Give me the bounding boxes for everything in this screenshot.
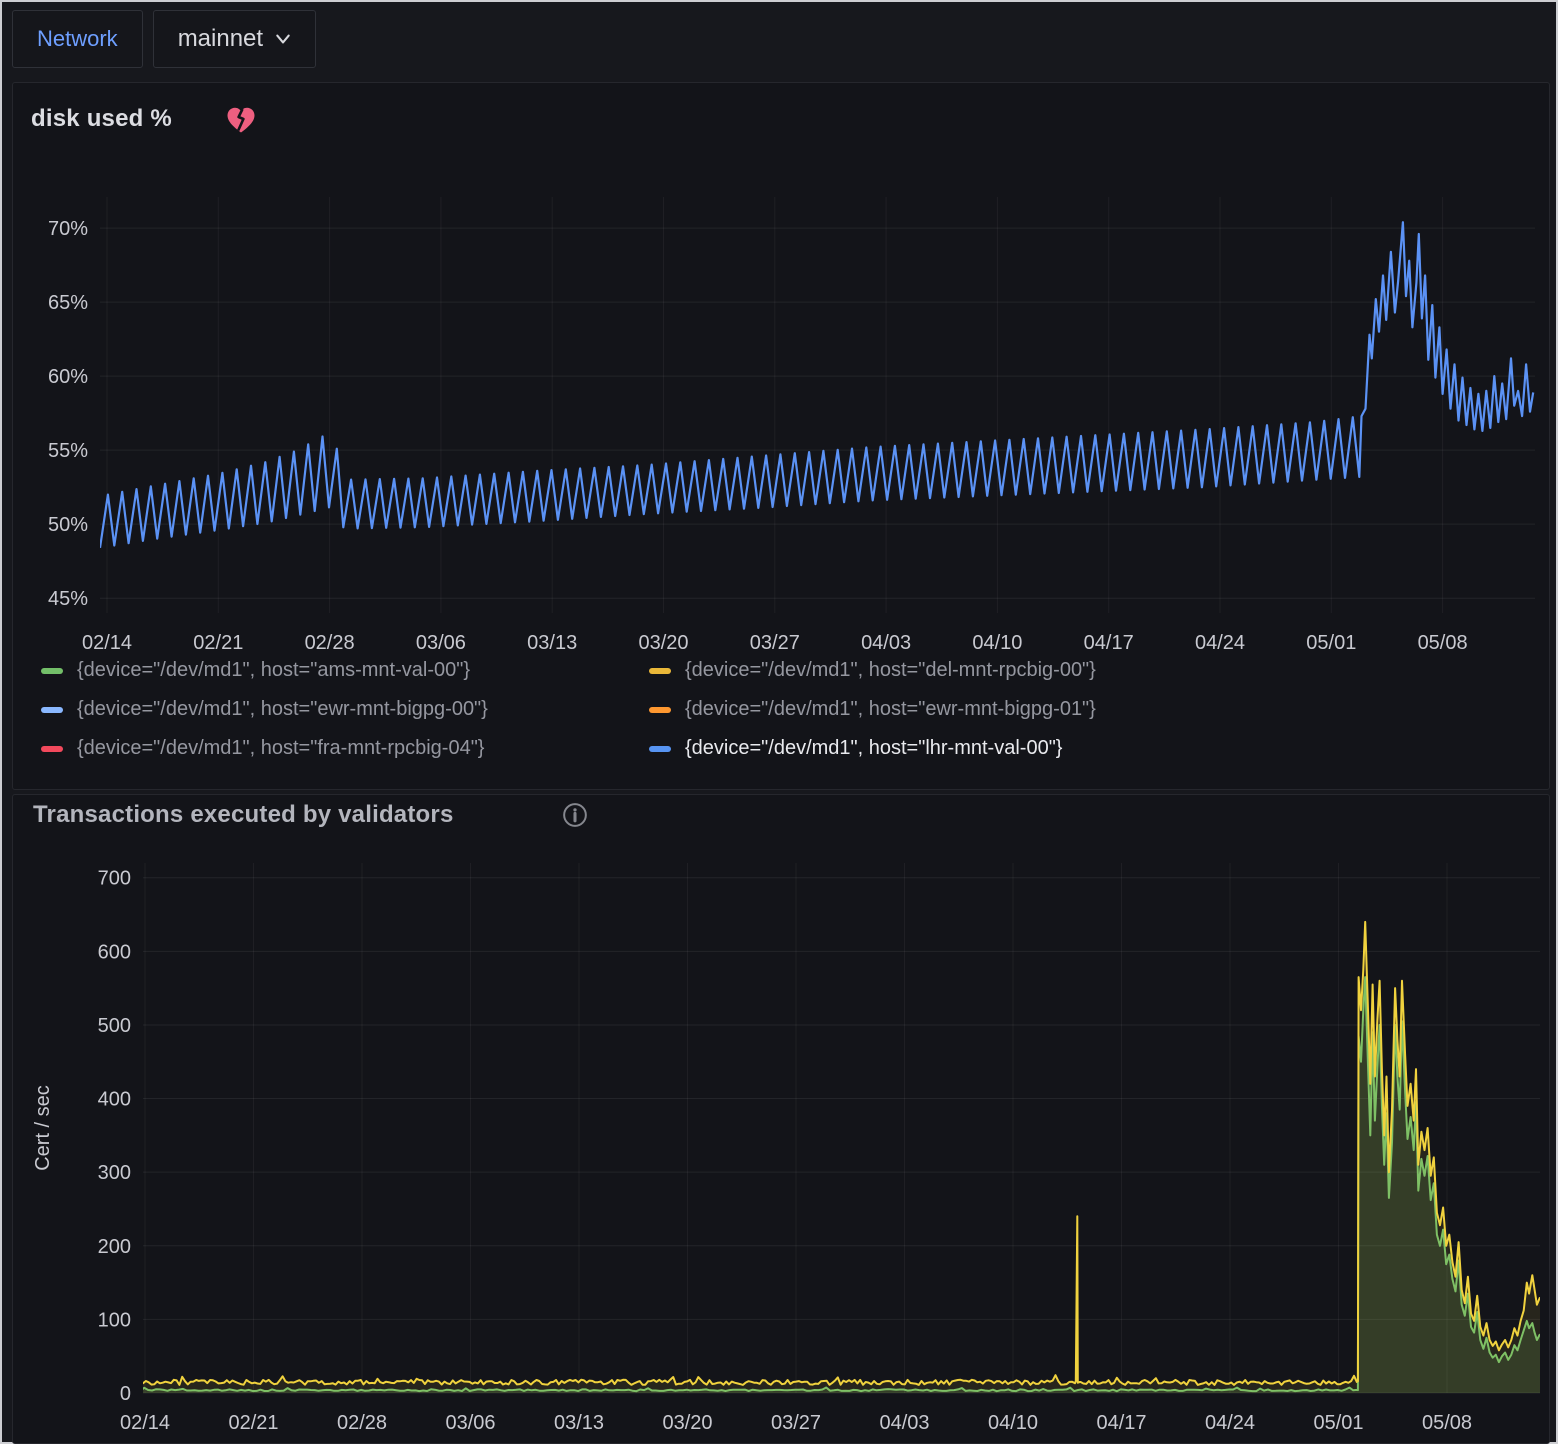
series-area-validators-green xyxy=(140,977,1540,1393)
legend-series-label: {device="/dev/md1", host="ewr-mnt-bigpg-… xyxy=(685,698,1096,721)
disk-chart-legend: {device="/dev/md1", host="ams-mnt-val-00… xyxy=(41,659,1096,760)
x-axis-tick-label: 05/01 xyxy=(1313,1412,1363,1434)
legend-item[interactable]: {device="/dev/md1", host="fra-mnt-rpcbig… xyxy=(41,737,641,760)
legend-series-swatch xyxy=(41,746,63,752)
x-axis-tick-label: 02/21 xyxy=(193,632,243,654)
x-axis-tick-label: 02/14 xyxy=(120,1412,170,1434)
x-axis-tick-label: 04/24 xyxy=(1195,632,1245,654)
x-axis-tick-label: 04/17 xyxy=(1096,1412,1146,1434)
series-line-{device="/dev/md1", host="lhr-mnt-val-00"} xyxy=(100,222,1533,548)
legend-series-swatch xyxy=(649,746,671,752)
series-area-validators-yellow xyxy=(140,922,1540,1393)
x-axis-tick-label: 03/20 xyxy=(662,1412,712,1434)
legend-series-label: {device="/dev/md1", host="ewr-mnt-bigpg-… xyxy=(77,698,488,721)
y-axis-tick-label: 200 xyxy=(98,1236,131,1258)
x-axis-tick-label: 03/06 xyxy=(445,1412,495,1434)
legend-series-label: {device="/dev/md1", host="lhr-mnt-val-00… xyxy=(685,737,1062,760)
dashboard-variable-toolbar: Network mainnet xyxy=(12,10,316,68)
x-axis-tick-label: 05/01 xyxy=(1306,632,1356,654)
y-axis-tick-label: 600 xyxy=(98,941,131,963)
y-axis-tick-label: 50% xyxy=(48,514,88,536)
x-axis-tick-label: 02/28 xyxy=(305,632,355,654)
y-axis-tick-label: 70% xyxy=(48,218,88,240)
y-axis-tick-label: 55% xyxy=(48,440,88,462)
chevron-down-icon xyxy=(275,32,291,46)
series-line-validators-yellow xyxy=(140,922,1540,1385)
y-axis-tick-label: 300 xyxy=(98,1162,131,1184)
x-axis-tick-label: 04/24 xyxy=(1205,1412,1255,1434)
legend-item[interactable]: {device="/dev/md1", host="ewr-mnt-bigpg-… xyxy=(649,698,1096,721)
x-axis-tick-label: 03/20 xyxy=(638,632,688,654)
y-axis-title: Cert / sec xyxy=(32,1085,54,1171)
legend-series-swatch xyxy=(649,707,671,713)
x-axis-tick-label: 02/21 xyxy=(228,1412,278,1434)
legend-item[interactable]: {device="/dev/md1", host="del-mnt-rpcbig… xyxy=(649,659,1096,682)
legend-series-label: {device="/dev/md1", host="del-mnt-rpcbig… xyxy=(685,659,1096,682)
y-axis-tick-label: 700 xyxy=(98,868,131,890)
legend-item[interactable]: {device="/dev/md1", host="ewr-mnt-bigpg-… xyxy=(41,698,641,721)
transactions-chart[interactable]: 0 100 200 300 400 500 600 700 02/14 02/21 02/28 03/… xyxy=(13,795,1549,1443)
y-axis-tick-label: 500 xyxy=(98,1015,131,1037)
series-line-validators-green xyxy=(140,977,1540,1391)
y-axis-tick-label: 100 xyxy=(98,1309,131,1331)
legend-series-swatch xyxy=(649,668,671,674)
x-axis-tick-label: 04/03 xyxy=(861,632,911,654)
network-variable-label: Network xyxy=(12,10,143,68)
network-variable-dropdown[interactable]: mainnet xyxy=(153,10,316,68)
network-value-text: mainnet xyxy=(178,25,263,53)
y-axis-tick-label: 60% xyxy=(48,366,88,388)
x-axis-tick-label: 03/06 xyxy=(416,632,466,654)
x-axis-tick-label: 02/28 xyxy=(337,1412,387,1434)
x-axis-tick-label: 05/08 xyxy=(1418,632,1468,654)
legend-item[interactable]: {device="/dev/md1", host="ams-mnt-val-00… xyxy=(41,659,641,682)
legend-series-label: {device="/dev/md1", host="ams-mnt-val-00… xyxy=(77,659,470,682)
x-axis-tick-label: 04/10 xyxy=(988,1412,1038,1434)
y-axis-tick-label: 45% xyxy=(48,588,88,610)
grafana-dashboard: { "toolbar": { "network_label": "Network… xyxy=(0,0,1558,1444)
y-axis-tick-label: 0 xyxy=(120,1383,131,1405)
legend-item[interactable]: {device="/dev/md1", host="lhr-mnt-val-00… xyxy=(649,737,1096,760)
x-axis-tick-label: 04/03 xyxy=(879,1412,929,1434)
y-axis-tick-label: 65% xyxy=(48,292,88,314)
network-label-text: Network xyxy=(37,26,118,52)
legend-series-label: {device="/dev/md1", host="fra-mnt-rpcbig… xyxy=(77,737,485,760)
x-axis-tick-label: 04/17 xyxy=(1084,632,1134,654)
x-axis-tick-label: 02/14 xyxy=(82,632,132,654)
x-axis-tick-label: 03/13 xyxy=(527,632,577,654)
legend-series-swatch xyxy=(41,668,63,674)
panel-transactions: Transactions executed by validators 0100… xyxy=(12,794,1550,1444)
x-axis-tick-label: 03/27 xyxy=(750,632,800,654)
x-axis-tick-label: 03/27 xyxy=(771,1412,821,1434)
panel-disk-used: disk used % 45%50%55%60%65%70%02/1402/21… xyxy=(12,82,1550,790)
x-axis-tick-label: 03/13 xyxy=(554,1412,604,1434)
x-axis-tick-label: 04/10 xyxy=(972,632,1022,654)
y-axis-tick-label: 400 xyxy=(98,1089,131,1111)
legend-series-swatch xyxy=(41,707,63,713)
x-axis-tick-label: 05/08 xyxy=(1422,1412,1472,1434)
